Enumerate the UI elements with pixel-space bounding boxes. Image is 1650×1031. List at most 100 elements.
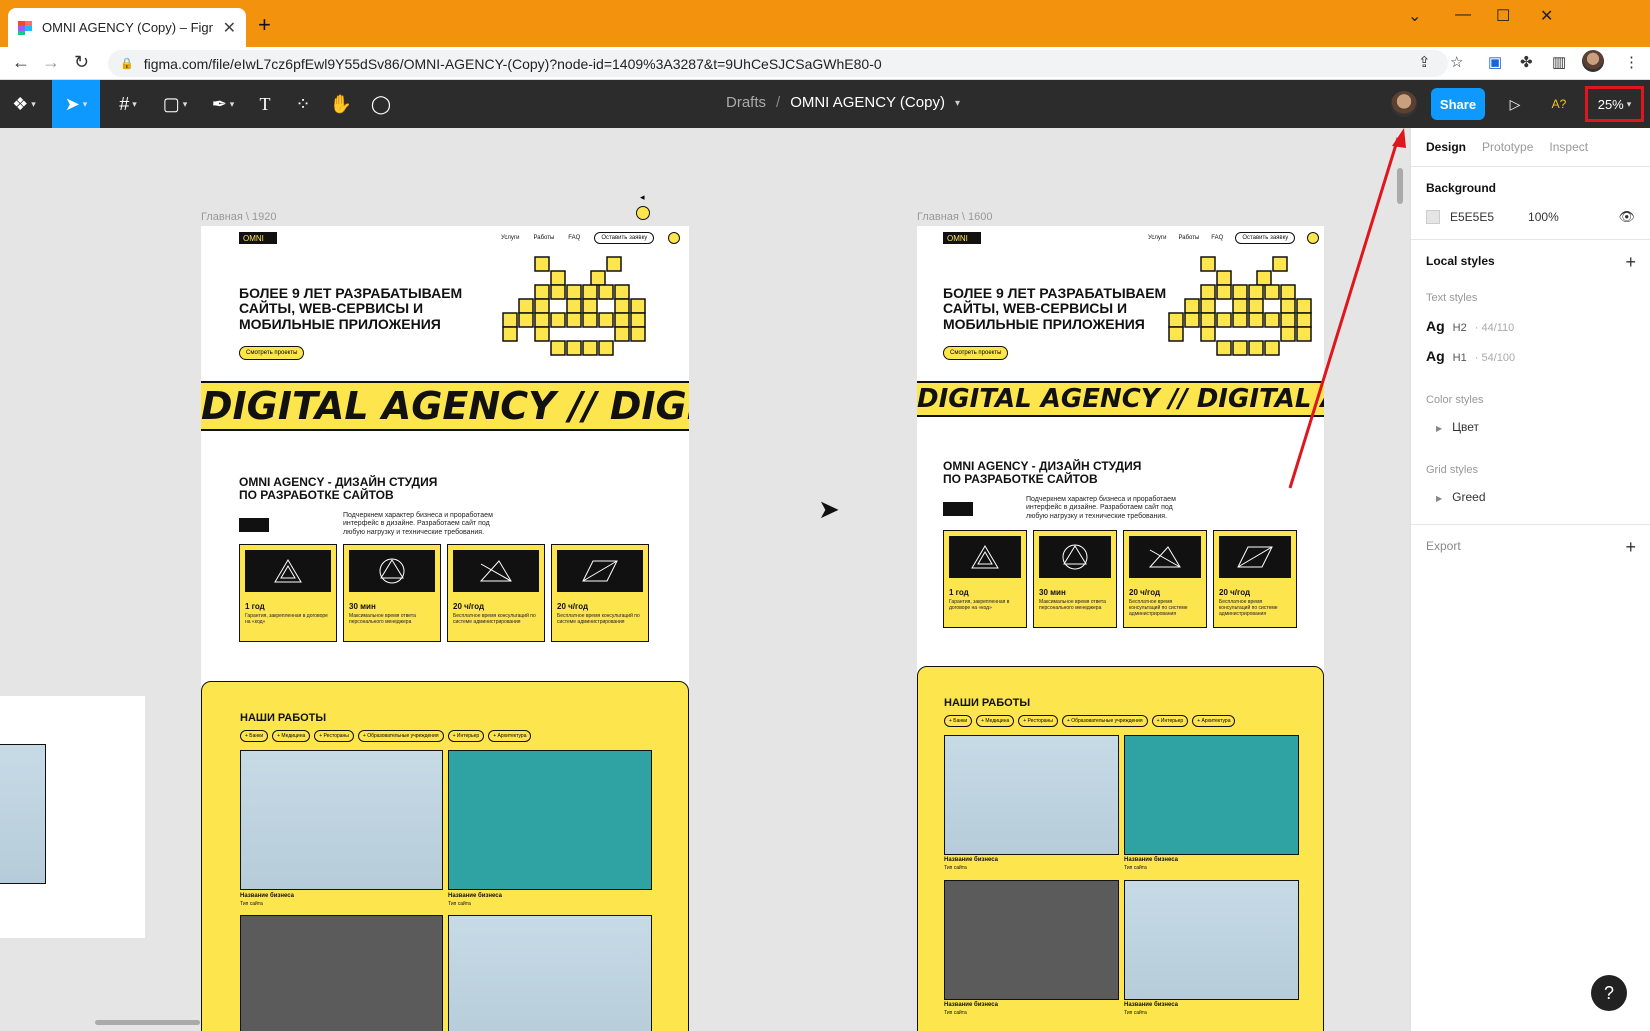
maximize-icon[interactable]: ☐ [1496, 6, 1510, 26]
work-photo-bolt [944, 880, 1119, 1000]
frame-main-1600[interactable]: OMNI Услуги Работы FAQ Оставить заявку Б… [917, 226, 1324, 1031]
add-export-icon[interactable]: + [1625, 537, 1636, 558]
add-style-icon[interactable]: + [1625, 252, 1636, 273]
hero-button: Смотреть проекты [943, 346, 1009, 360]
partial-frame-left[interactable] [0, 696, 145, 938]
move-tool-button[interactable]: ➤ ▾ [52, 80, 100, 128]
help-button[interactable]: ? [1591, 975, 1627, 1011]
card-title: 1 год [245, 602, 265, 611]
bookmark-star-icon[interactable]: ☆ [1450, 53, 1463, 71]
caption-name: Название бизнеса [1124, 857, 1178, 863]
hand-tool-button[interactable]: ✋ [326, 80, 356, 128]
browser-menu-icon[interactable]: ⋮ [1624, 53, 1639, 71]
share-button[interactable]: Share [1431, 88, 1485, 120]
caption-type: Тип сайта [240, 900, 263, 907]
present-play-icon[interactable]: ▷ [1500, 80, 1530, 128]
question-icon: ? [1603, 982, 1614, 1003]
figma-toolbar: ❖ ▾ ➤ ▾ # ▾ ▢ ▾ ✒ ▾ T ⁘ ✋ ◯ Drafts / OMNI AGE… [0, 80, 1650, 128]
background-swatch[interactable] [1426, 210, 1440, 224]
caption-name: Название бизнеса [944, 1002, 998, 1008]
tab-close-icon[interactable]: ✕ [223, 18, 236, 38]
hand-icon: ✋ [329, 93, 353, 114]
marquee-band: DIGITAL AGENCY // DIGITAL AGE [917, 381, 1324, 417]
forward-icon[interactable]: → [42, 52, 60, 73]
shape-tool-button[interactable]: ▢ ▾ [155, 80, 195, 128]
url-field[interactable]: 🔒 figma.com/file/eIwL7cz6pfEwl9Y55dSv86/… [108, 50, 1448, 77]
back-icon[interactable]: ← [12, 52, 30, 73]
export-section: Export + [1411, 524, 1650, 567]
new-tab-button[interactable]: + [258, 12, 271, 38]
profile-avatar[interactable] [1582, 50, 1604, 72]
window-close-icon[interactable]: ✕ [1540, 6, 1553, 26]
work-photo-building [240, 750, 443, 890]
side-panel-icon[interactable]: ▥ [1552, 53, 1566, 71]
feature-card: 30 мин Максимальное время ответа персона… [1033, 530, 1117, 628]
text-style-item[interactable]: Ag H2 · 44/110 [1426, 318, 1635, 334]
breadcrumb-drafts[interactable]: Drafts [726, 94, 766, 111]
tab-prototype[interactable]: Prototype [1482, 140, 1533, 154]
extensions-puzzle-icon[interactable]: ✤ [1520, 53, 1533, 71]
reload-icon[interactable]: ↻ [74, 52, 89, 73]
eye-icon[interactable]: 👁 [1618, 209, 1635, 225]
features-cards: 1 год Гарантия, закрепленная в договоре … [239, 544, 649, 642]
cursor-icon: ➤ [64, 93, 80, 114]
color-style-group[interactable]: ▶ Цвет [1426, 420, 1635, 434]
minimize-icon[interactable]: — [1455, 6, 1471, 24]
text-tool-button[interactable]: T [250, 80, 280, 128]
background-hex[interactable]: E5E5E5 [1450, 210, 1494, 224]
canvas[interactable]: Главная \ 1920 ◂ OMNI Услуги Работы FAQ … [0, 128, 1410, 1031]
card-title: 20 ч/год [1129, 588, 1161, 597]
caret-right-icon: ▶ [1436, 424, 1443, 433]
lock-icon: 🔒 [120, 58, 134, 70]
text-style-sample: Ag [1426, 318, 1445, 334]
caption-type: Тип сайта [944, 864, 967, 871]
caret-right-icon: ▶ [1436, 494, 1443, 503]
text-style-sample: Ag [1426, 348, 1445, 364]
feature-card: 20 ч/год Бесплатное время консультаций п… [1123, 530, 1207, 628]
parallelogram-icon [557, 550, 643, 592]
frame-main-1920[interactable]: OMNI Услуги Работы FAQ Оставить заявку Б… [201, 226, 689, 1031]
address-bar-row: ← → ↻ 🔒 figma.com/file/eIwL7cz6pfEwl9Y55… [0, 47, 1650, 80]
frame-label-1920[interactable]: Главная \ 1920 [201, 211, 277, 223]
background-row: E5E5E5 100% 👁 [1426, 209, 1635, 225]
triangle-shape-icon [949, 536, 1021, 578]
tab-design[interactable]: Design [1426, 140, 1466, 154]
comment-tool-button[interactable]: ◯ [366, 80, 396, 128]
work-photo-building [448, 915, 652, 1031]
font-warning-button[interactable]: A? [1544, 80, 1574, 128]
mouse-cursor-icon: ➤ [818, 494, 840, 524]
frame-tool-button[interactable]: # ▾ [108, 80, 148, 128]
browser-tabstrip: OMNI AGENCY (Copy) – Figma ✕ + ⌄ — ☐ ✕ [0, 0, 1650, 47]
filter-chip: + Интерьер [1151, 715, 1189, 727]
comment-icon: ◯ [370, 93, 392, 114]
hero-heading: БОЛЕЕ 9 ЛЕТ РАЗРАБАТЫВАЕМ САЙТЫ, WEB-СЕР… [239, 285, 463, 332]
feature-card: 1 год Гарантия, закрепленная в договоре … [943, 530, 1027, 628]
feature-card: 20 ч/год Бесплатное время консультаций п… [1213, 530, 1297, 628]
caption-type: Тип сайта [1124, 864, 1147, 871]
browser-tab[interactable]: OMNI AGENCY (Copy) – Figma ✕ [8, 8, 246, 47]
main-menu-button[interactable]: ❖ ▾ [4, 80, 44, 128]
horizontal-scrollbar[interactable] [95, 1020, 200, 1025]
text-style-name: H2 [1452, 322, 1467, 334]
feature-card: 20 ч/год Бесплатное время консультаций п… [551, 544, 649, 642]
properties-panel: Design Prototype Inspect Background E5E5… [1410, 128, 1650, 1031]
slanted-triangle-icon [1129, 536, 1201, 578]
chevron-down-icon[interactable]: ▾ [955, 98, 960, 111]
tab-search-chevron-icon[interactable]: ⌄ [1408, 6, 1421, 26]
grid-style-group[interactable]: ▶ Greed [1426, 490, 1635, 504]
share-page-icon[interactable]: ⇪ [1418, 53, 1431, 71]
resources-button[interactable]: ⁘ [288, 80, 318, 128]
frame-label-1600[interactable]: Главная \ 1600 [917, 211, 993, 223]
circle-triangle-icon [1039, 536, 1111, 578]
extension-icon[interactable]: ▣ [1488, 53, 1502, 71]
pen-tool-button[interactable]: ✒ ▾ [203, 80, 243, 128]
zoom-dropdown[interactable]: 25% ▾ [1585, 86, 1644, 122]
caption-name: Название бизнеса [944, 857, 998, 863]
filter-chip: + Образовательные учреждения [1061, 715, 1148, 727]
text-style-item[interactable]: Ag H1 · 54/100 [1426, 348, 1635, 364]
user-avatar[interactable] [1391, 91, 1417, 117]
file-name[interactable]: OMNI AGENCY (Copy) [790, 94, 945, 111]
tab-inspect[interactable]: Inspect [1549, 140, 1588, 154]
vertical-scrollbar[interactable] [1397, 168, 1403, 204]
background-opacity[interactable]: 100% [1528, 210, 1559, 224]
